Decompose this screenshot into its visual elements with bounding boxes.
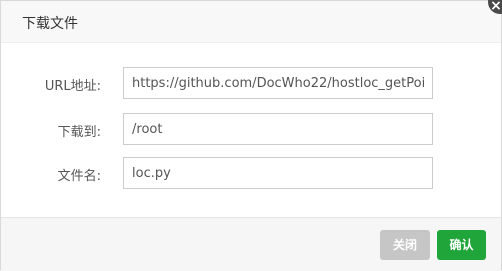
url-row: URL地址: — [1, 67, 501, 99]
download-path-row: 下载到: — [1, 113, 501, 145]
dialog-title: 下载文件 — [22, 16, 78, 32]
download-path-input[interactable] — [123, 113, 433, 145]
url-input[interactable] — [123, 67, 433, 99]
close-dialog-icon[interactable]: × — [488, 0, 502, 14]
filename-input[interactable] — [123, 157, 433, 189]
filename-label: 文件名: — [57, 169, 101, 184]
dialog-titlebar: 下载文件 — [1, 1, 501, 43]
filename-row: 文件名: — [1, 157, 501, 189]
url-label: URL地址: — [44, 79, 101, 94]
download-file-dialog: 下载文件 URL地址: 下载到: 文件名: 关闭 确认 — [0, 0, 502, 271]
download-path-label: 下载到: — [57, 125, 101, 140]
close-button[interactable]: 关闭 — [380, 230, 430, 260]
confirm-button[interactable]: 确认 — [437, 230, 486, 260]
